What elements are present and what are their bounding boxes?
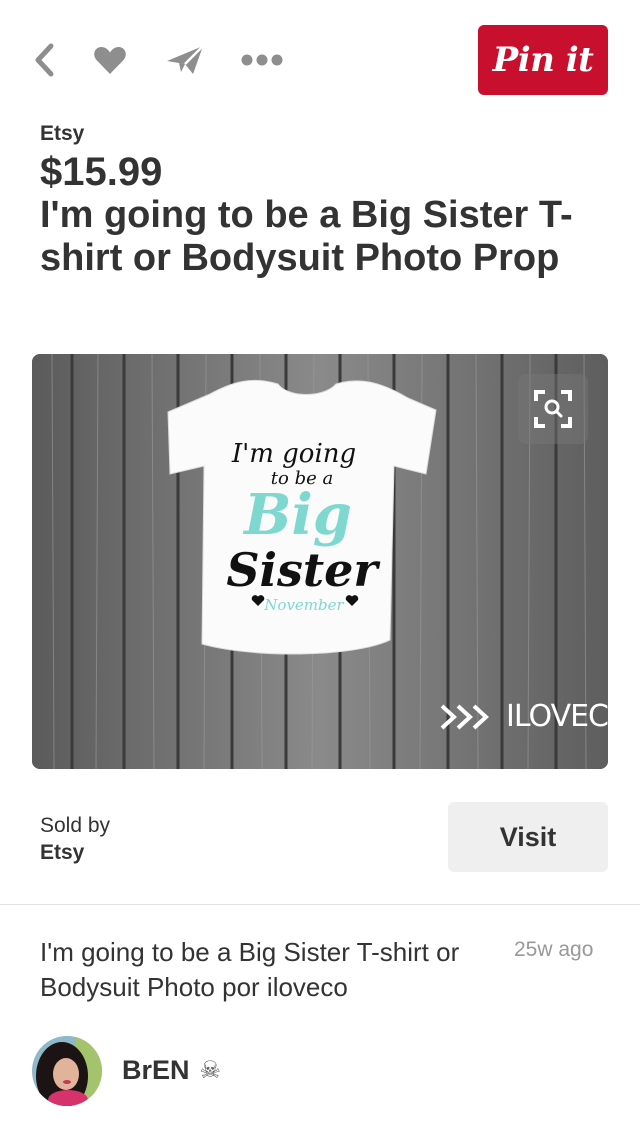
divider [0,904,640,905]
watermark-text: ILOVECO [506,699,608,734]
shirt-text-line5: November [263,596,344,614]
shirt-text-line3: Big [242,482,352,548]
pin-description: I'm going to be a Big Sister T-shirt or … [40,937,460,1002]
pin-it-button[interactable]: Pin it [478,25,608,95]
skull-icon: ☠ [199,1057,222,1084]
more-button[interactable] [238,40,286,80]
pin-age: 25w ago [514,938,594,961]
top-toolbar: Pin it [0,0,640,120]
pin-title: I'm going to be a Big Sister T-shirt or … [40,194,573,279]
user-name-row[interactable]: BrEN ☠ [122,1055,221,1086]
visit-button[interactable]: Visit [448,802,608,872]
paper-plane-icon [167,45,204,74]
sold-by-block: Sold by Etsy [40,812,110,866]
like-button[interactable] [90,40,130,80]
visual-search-button[interactable] [518,374,588,444]
shirt-text-line1: I'm going [231,439,356,469]
avatar-image [32,1036,102,1106]
visual-search-icon [534,390,572,428]
image-watermark: ILOVECO [440,699,608,734]
sold-by-label: Sold by [40,814,111,837]
avatar[interactable] [32,1036,102,1106]
chevron-left-icon [35,43,54,77]
send-button[interactable] [163,40,207,80]
back-button[interactable] [24,40,64,80]
user-name: BrEN [122,1055,190,1085]
pin-image[interactable]: I'm going to be a Big Sister November IL… [32,354,608,769]
pin-source[interactable]: Etsy [40,122,84,146]
more-dots-icon [241,54,283,66]
pin-price: $15.99 [40,150,163,194]
triple-chevron-icon [440,704,489,729]
shirt-text-line4: Sister [226,543,381,597]
seller-name[interactable]: Etsy [40,839,110,866]
heart-icon [94,47,126,74]
